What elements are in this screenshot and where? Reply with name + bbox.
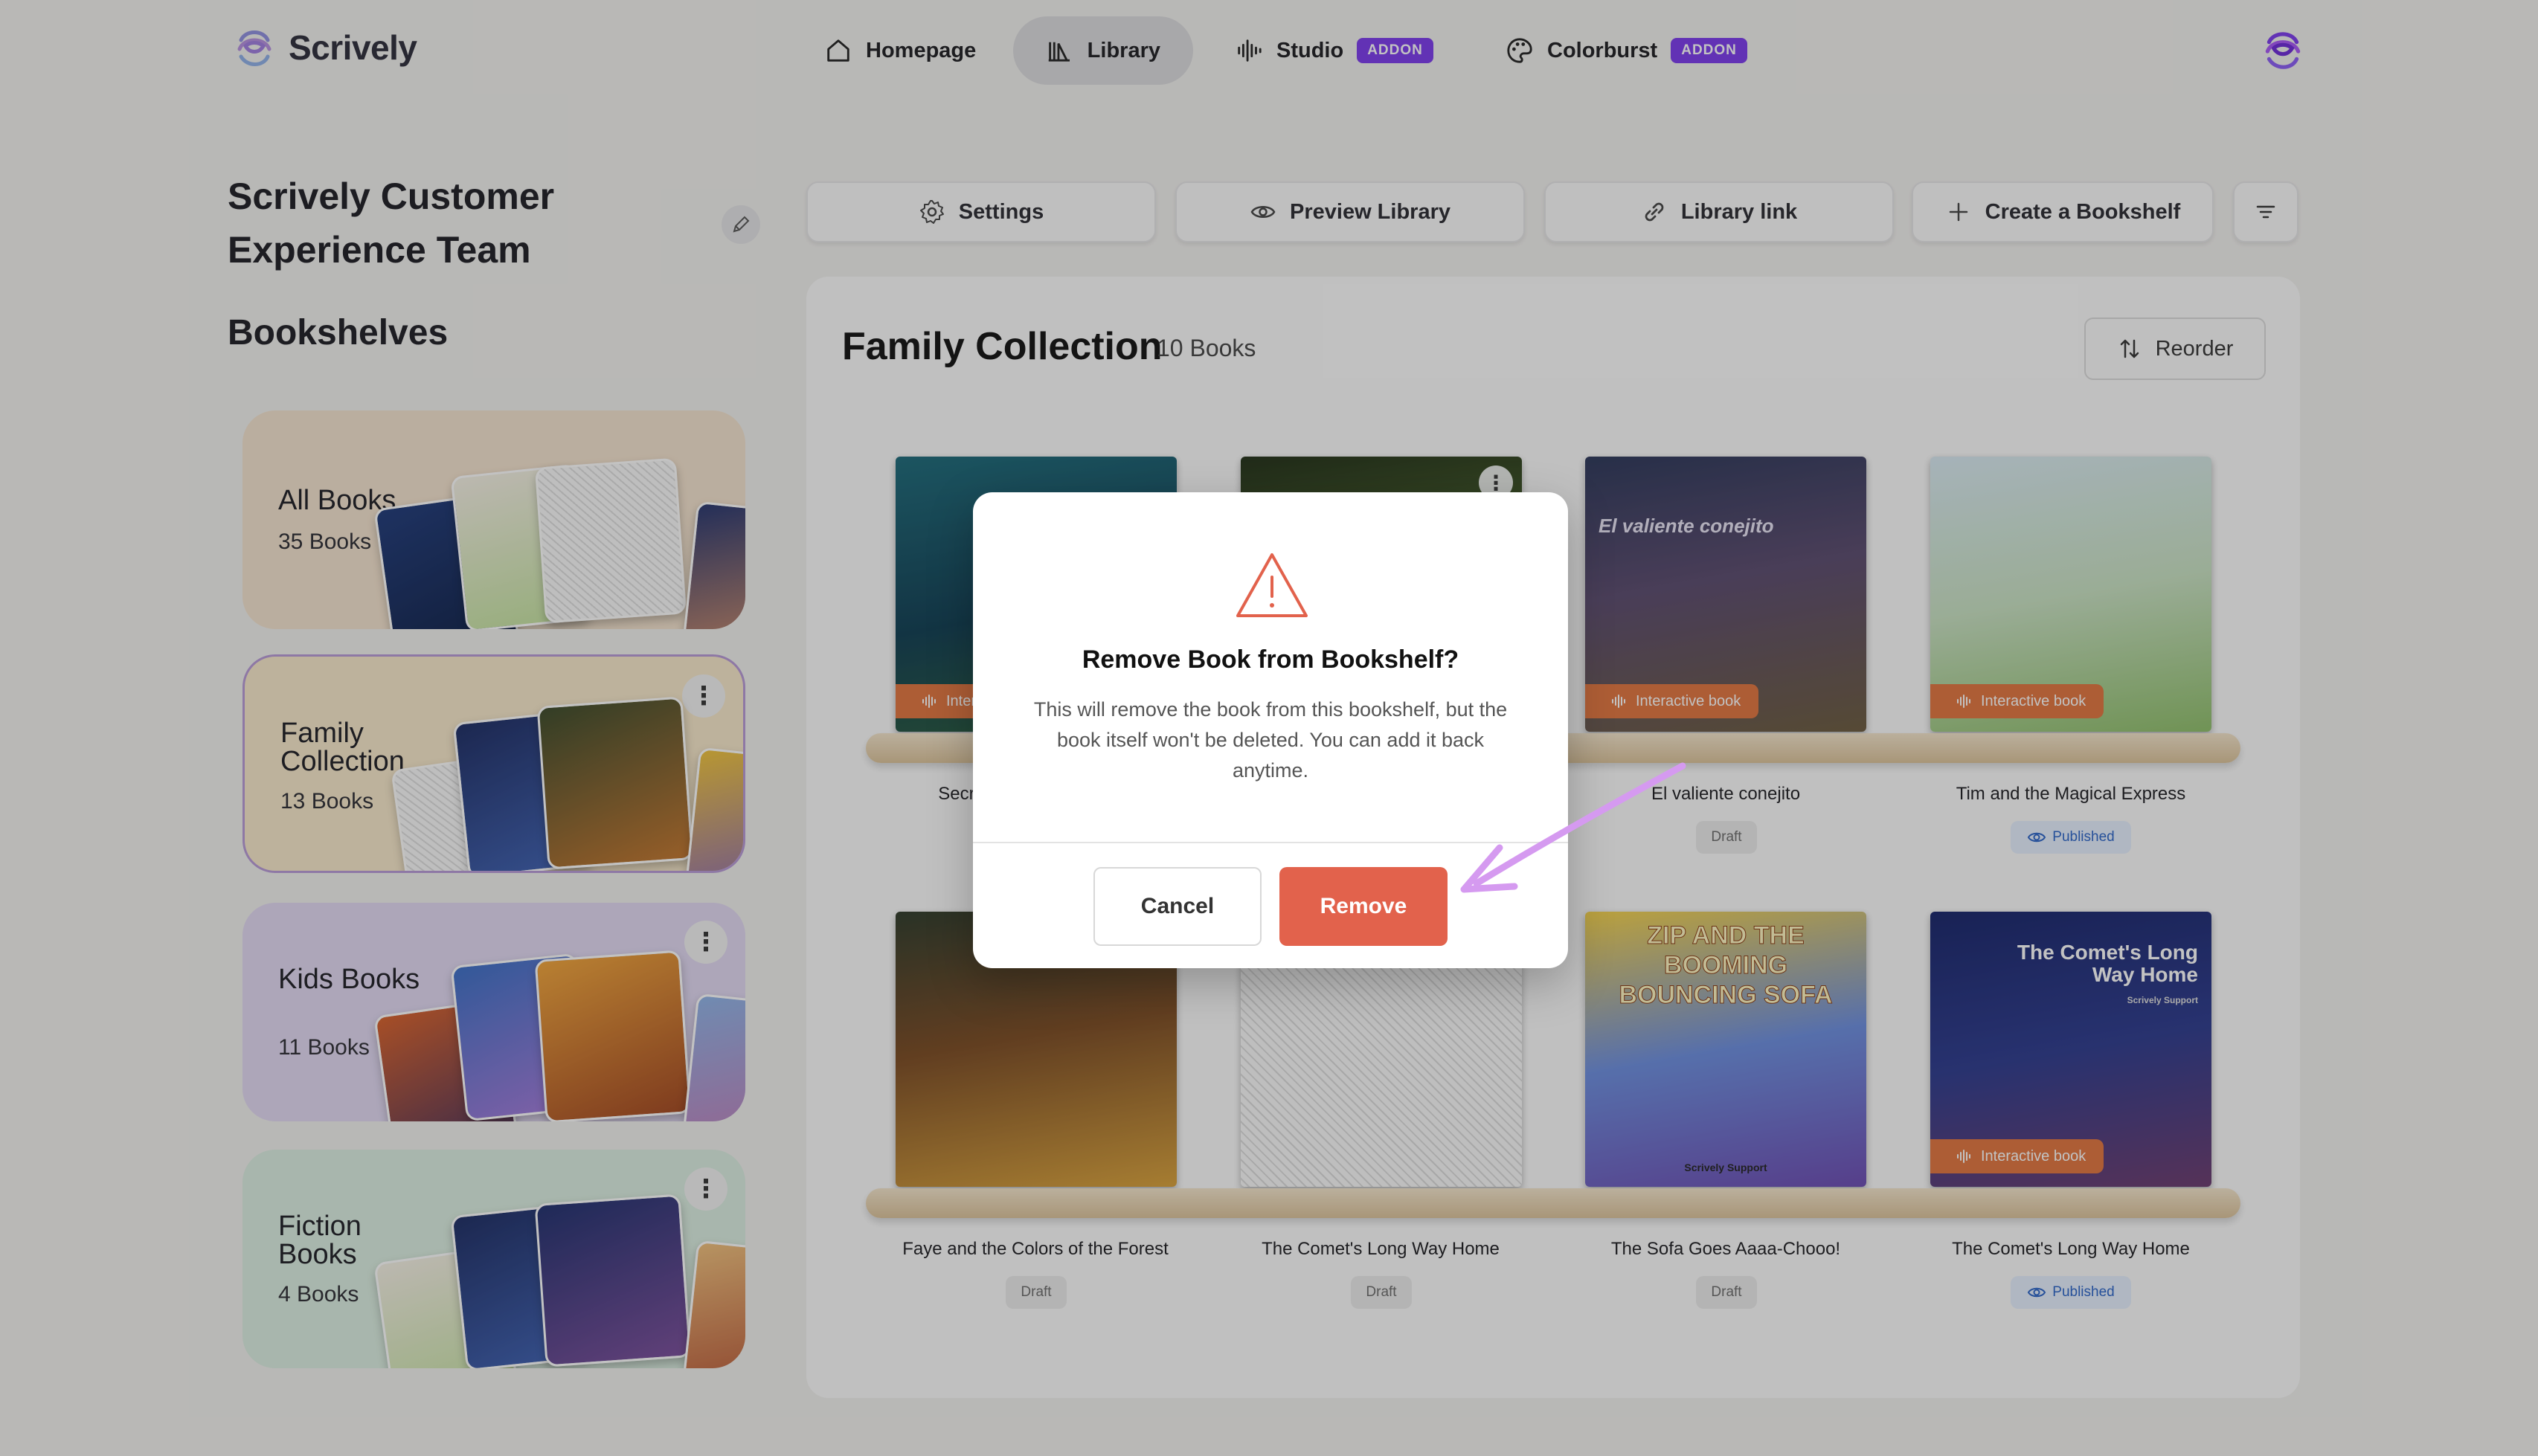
cancel-button[interactable]: Cancel [1093, 867, 1262, 946]
warning-icon [1236, 553, 1308, 617]
remove-book-dialog: Remove Book from Bookshelf? This will re… [973, 492, 1568, 968]
remove-button[interactable]: Remove [1279, 867, 1448, 946]
dialog-divider [973, 842, 1568, 843]
dialog-body: This will remove the book from this book… [1033, 698, 1508, 782]
dialog-title: Remove Book from Bookshelf? [1082, 645, 1459, 674]
